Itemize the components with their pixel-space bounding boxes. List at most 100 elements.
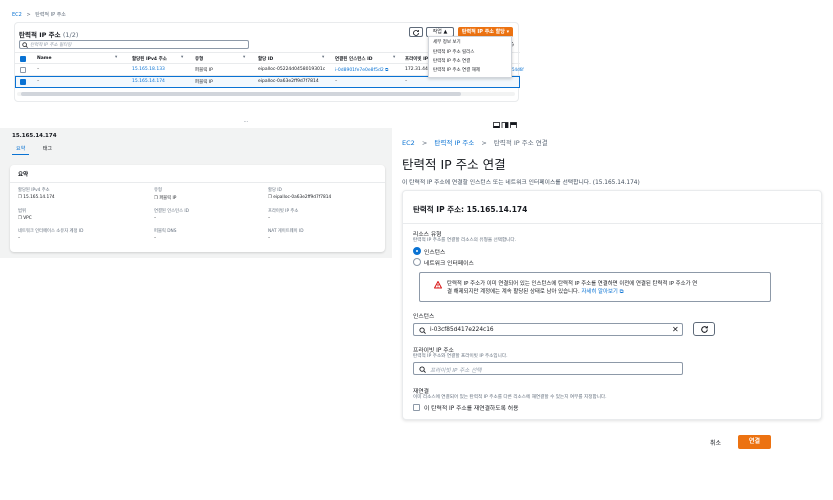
field-nat-gateway: NAT 게이트웨이 ID – (268, 229, 304, 241)
detail-title: 15.165.14.174 (12, 133, 57, 139)
cell-type: 퍼블릭 IP (195, 68, 213, 73)
summary-heading: 요약 (18, 172, 29, 178)
filter-placeholder: 탄력적 IP 주소 필터링 (30, 43, 72, 48)
column-header-instance[interactable]: 연결된 인스턴스 ID (335, 56, 373, 62)
cell-ip[interactable]: 15.165.18.133 (132, 67, 165, 72)
cell-instance[interactable]: i-0d8901fe7e0e8f5d2 ⧉ (335, 67, 388, 73)
sort-icon[interactable]: ▾ (115, 55, 117, 60)
field-ipv4: 할당된 IPv4 주소 ❐ 15.165.14.174 (18, 188, 55, 200)
cell-alloc: eipalloc-05224d0458019301c (258, 67, 326, 72)
detail-screen: 15.165.14.174 요약 태그 요약 할당된 IPv4 주소 ❐ 15.… (0, 128, 392, 258)
list-panel-title: 탄력적 IP 주소 (1/2) (19, 31, 79, 39)
refresh-instances-button[interactable] (693, 322, 715, 336)
private-ip-desc: 탄력적 IP 주소와 연결할 프라이빗 IP 주소입니다. (413, 354, 508, 359)
breadcrumb-eip[interactable]: 탄력적 IP 주소 (434, 139, 474, 147)
refresh-button[interactable] (409, 27, 423, 37)
field-alloc-id: 할당 ID ❐ eipalloc-0a63e2ff9d7f7814 (268, 188, 332, 200)
row-checkbox[interactable] (20, 79, 26, 85)
scrollbar-thumb[interactable] (21, 92, 461, 96)
instance-select-input[interactable]: i-03cf85d417e224c16 ✕ (413, 323, 683, 336)
private-ip-placeholder: 프라이빗 IP 주소 선택 (430, 368, 482, 374)
breadcrumb-current: 탄력적 IP 주소 (35, 12, 66, 18)
reassoc-checkbox[interactable] (413, 404, 420, 411)
instance-label: 인스턴스 (413, 314, 435, 320)
sort-icon[interactable]: ▾ (243, 55, 245, 60)
cell-name: – (37, 67, 40, 72)
menu-item-view-details[interactable]: 세부 정보 보기 (433, 39, 461, 45)
reassoc-checkbox-label[interactable]: 이 탄력적 IP 주소를 재연결하도록 허용 (424, 403, 518, 412)
horizontal-scrollbar[interactable] (17, 92, 515, 96)
learn-more-link[interactable]: 자세히 알아보기 ⧉ (581, 289, 623, 295)
sort-icon[interactable]: ▾ (393, 55, 395, 60)
search-icon (419, 327, 426, 334)
search-icon (419, 366, 426, 373)
external-link-icon: ⧉ (619, 289, 624, 295)
list-screen: EC2 > 탄력적 IP 주소 탄력적 IP 주소 (1/2) 작업 ▲ 탄력적… (0, 0, 524, 128)
clear-icon[interactable]: ✕ (672, 325, 679, 334)
page-title: 탄력적 IP 주소 연결 (402, 157, 506, 172)
assoc-form-panel: 탄력적 IP 주소: 15.165.14.174 리소스 유형 탄력적 IP 주… (402, 190, 823, 420)
cell-alloc: eipalloc-0a63e2ff9d7f7814 (258, 79, 319, 84)
private-ip-select-input[interactable]: 프라이빗 IP 주소 선택 (413, 362, 683, 375)
column-header-name[interactable]: Name (37, 56, 52, 61)
menu-item-disassociate[interactable]: 탄력적 IP 주소 연결 해제 (433, 67, 480, 73)
summary-card: 요약 할당된 IPv4 주소 ❐ 15.165.14.174 유형 ❐ 퍼블릭 … (10, 165, 385, 252)
copy-icon[interactable]: ❐ (268, 195, 272, 200)
resource-type-desc: 탄력적 IP 주소를 연결할 리소스의 유형을 선택합니다. (413, 238, 517, 243)
breadcrumb-ec2[interactable]: EC2 (12, 12, 22, 18)
filter-input[interactable]: 탄력적 IP 주소 필터링 (19, 40, 249, 49)
warning-icon (434, 281, 442, 289)
cell-instance: – (335, 79, 338, 84)
associate-screen: EC2 > 탄력적 IP 주소 > 탄력적 IP 주소 연결 탄력적 IP 주소… (392, 128, 833, 500)
panel-title: 탄력적 IP 주소: 15.165.14.174 (413, 205, 528, 214)
refresh-icon (413, 30, 419, 36)
sort-icon[interactable]: ▾ (181, 55, 183, 60)
refresh-icon (700, 326, 708, 333)
tab-summary[interactable]: 요약 (12, 146, 30, 155)
copy-icon[interactable]: ❐ (18, 195, 22, 200)
external-link-icon: ⧉ (385, 68, 389, 73)
field-private-ip: 프라이빗 IP 주소 – (268, 209, 299, 221)
field-type: 유형 ❐ 퍼블릭 IP (154, 188, 177, 201)
cell-type: 퍼블릭 IP (195, 80, 213, 85)
radio-instance[interactable] (413, 247, 421, 255)
field-instance-id: 연결된 인스턴스 ID – (154, 209, 189, 221)
radio-network-interface[interactable] (413, 258, 421, 266)
breadcrumb: EC2 > 탄력적 IP 주소 (12, 11, 66, 18)
column-header-type[interactable]: 유형 (195, 56, 203, 62)
warning-text: 탄력적 IP 주소가 이미 연결되어 있는 인스턴스에 탄력적 IP 주소를 연… (447, 281, 698, 295)
actions-menu: 세부 정보 보기 탄력적 IP 주소 릴리스 탄력적 IP 주소 연결 탄력적 … (428, 36, 512, 78)
breadcrumb-separator: > (481, 139, 487, 147)
detail-tabs: 요약 태그 (12, 145, 52, 155)
field-owner-id: 네트워크 인터페이스 소유자 계정 ID – (18, 229, 84, 241)
associate-button[interactable]: 연결 (738, 435, 771, 449)
list-count: (1/2) (62, 31, 79, 39)
cell-ip[interactable]: 15.165.14.174 (132, 79, 165, 84)
row-checkbox[interactable] (20, 67, 26, 73)
breadcrumb-separator: > (421, 139, 428, 147)
cancel-button[interactable]: 취소 (710, 438, 721, 447)
menu-item-associate[interactable]: 탄력적 IP 주소 연결 (433, 58, 470, 64)
cell-name: – (37, 79, 40, 84)
column-header-private-ip[interactable]: 프라이빗 IP (405, 56, 428, 62)
page-subtitle: 이 탄력적 IP 주소에 연결할 인스턴스 또는 네트워크 인터페이스를 선택합… (402, 180, 640, 186)
radio-network-interface-label[interactable]: 네트워크 인터페이스 (424, 258, 474, 267)
copy-icon[interactable]: ❐ (18, 216, 22, 221)
breadcrumb-current: 탄력적 IP 주소 연결 (493, 139, 548, 147)
assoc-breadcrumb: EC2 > 탄력적 IP 주소 > 탄력적 IP 주소 연결 (402, 137, 548, 147)
sort-icon[interactable]: ▾ (322, 55, 324, 60)
cell-private-ip: – (405, 79, 408, 84)
search-icon (22, 42, 28, 48)
menu-item-release[interactable]: 탄력적 IP 주소 릴리스 (433, 49, 474, 55)
field-scope: 범위 ❐ VPC (18, 209, 32, 221)
instance-value: i-03cf85d417e224c16 (430, 327, 494, 333)
copy-icon[interactable]: ❐ (154, 196, 158, 201)
breadcrumb-ec2[interactable]: EC2 (402, 139, 415, 147)
warning-alert: 탄력적 IP 주소가 이미 연결되어 있는 인스턴스에 탄력적 IP 주소를 연… (419, 272, 771, 302)
radio-instance-label[interactable]: 인스턴스 (424, 247, 445, 256)
column-header-alloc[interactable]: 할당 ID (258, 56, 273, 62)
tab-tags[interactable]: 태그 (43, 146, 52, 152)
split-drag-handle[interactable]: ⋯ (240, 120, 252, 125)
select-all-checkbox[interactable] (20, 56, 26, 62)
column-header-ip[interactable]: 할당된 IPv4 주소 (132, 56, 167, 62)
